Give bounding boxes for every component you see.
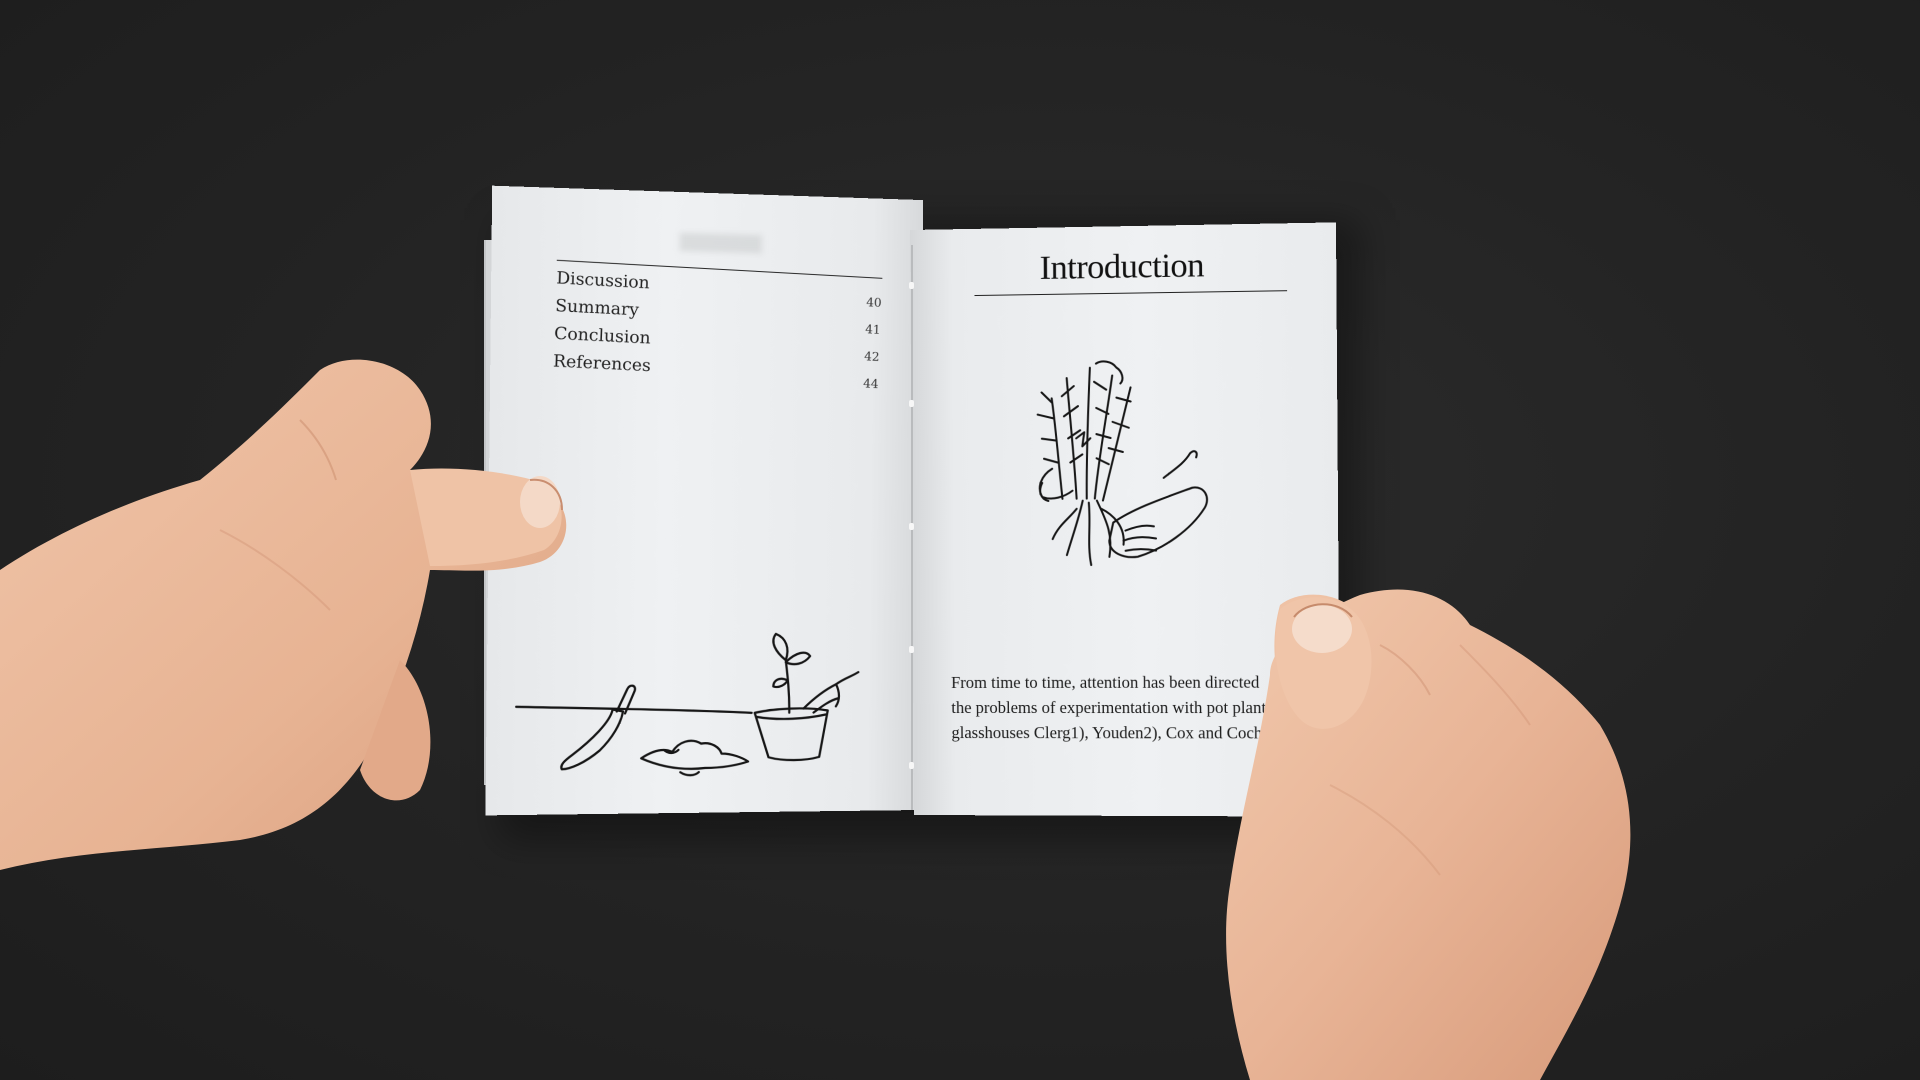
- plant-stem-icon: [1052, 398, 1063, 499]
- left-hand-icon: [1040, 469, 1073, 501]
- hands-plant-illustration: [1011, 356, 1236, 600]
- photo-scene: Discussion 40 Summary 41 Conclusion 42 R…: [0, 0, 1920, 1080]
- binding-stitch: [909, 762, 914, 769]
- contents-entry-page: 40: [866, 295, 882, 310]
- plant-leaf-icon: [1096, 361, 1123, 384]
- seedling-leaf-icon: [773, 634, 787, 660]
- soil-pile-icon: [641, 740, 748, 769]
- binding-stitch: [909, 523, 914, 530]
- plant-roots-icon: [1052, 500, 1124, 565]
- left-hand: [0, 359, 567, 870]
- contents-entry-page: 42: [863, 349, 880, 364]
- binding-stitch: [909, 400, 914, 407]
- contents-entry-page: 44: [862, 376, 879, 392]
- binding-stitch: [909, 646, 914, 653]
- right-hand-icon: [1109, 487, 1207, 557]
- title-rule: [974, 290, 1288, 297]
- show-through-text: [679, 232, 762, 254]
- gardening-hand-icon: [803, 672, 858, 712]
- contents-entry-label: Summary: [554, 295, 640, 320]
- binding-stitch: [909, 282, 914, 289]
- seedling-stem-icon: [785, 660, 790, 713]
- contents-entry-label: Discussion: [555, 267, 651, 293]
- right-hand: [1226, 589, 1631, 1080]
- contents-entry-page: 41: [865, 322, 881, 337]
- contents-list: Discussion 40 Summary 41 Conclusion 42 R…: [552, 268, 882, 394]
- page-title: Introduction: [1039, 246, 1205, 287]
